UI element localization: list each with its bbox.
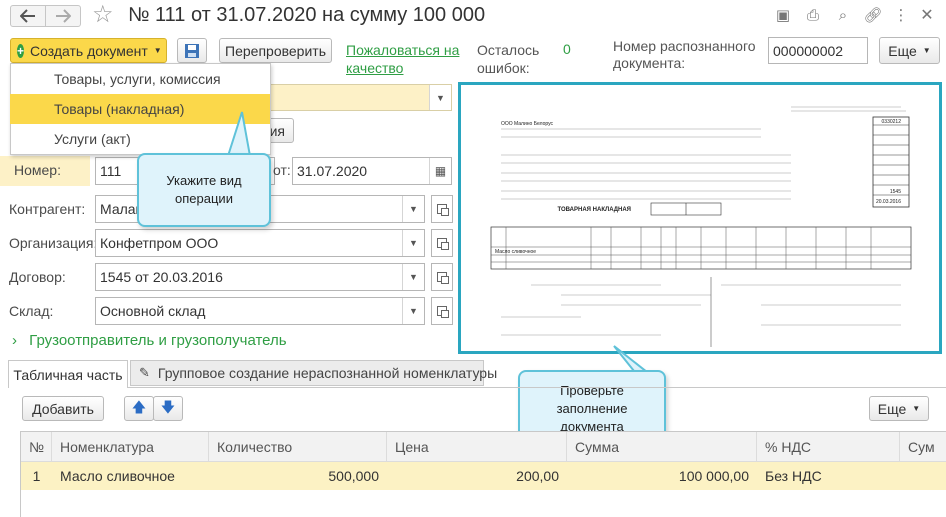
scan-doc-number: 1545 xyxy=(890,189,901,195)
open-contractor-icon[interactable] xyxy=(431,195,453,223)
tab-group-create[interactable]: ✎ Групповое создание нераспознанной номе… xyxy=(130,360,497,386)
operation-type-field[interactable]: ▼ xyxy=(268,84,452,111)
edit-icon: ✎ xyxy=(139,365,150,380)
save-button[interactable] xyxy=(177,38,207,63)
col-header-sum[interactable]: Сумма xyxy=(567,432,757,462)
chevron-down-icon: ▼ xyxy=(429,85,451,110)
chevron-down-icon[interactable]: ▼ xyxy=(402,196,424,222)
recognized-number-label: Номер распознанного документа: xyxy=(613,38,756,71)
open-warehouse-icon[interactable] xyxy=(431,297,453,325)
more-label: Еще xyxy=(888,42,917,59)
col-header-vat[interactable]: % НДС xyxy=(757,432,900,462)
chevron-down-icon: ▼ xyxy=(922,46,931,55)
contract-value: 1545 от 20.03.2016 xyxy=(100,269,223,285)
open-contract-icon[interactable] xyxy=(431,263,453,291)
scan-line-item: Масло сливочное xyxy=(495,249,536,255)
table-more-label: Еще xyxy=(877,400,907,417)
save-icon[interactable]: ▣ xyxy=(774,6,792,24)
date-label: от: xyxy=(273,162,291,178)
complain-quality-link[interactable]: Пожаловаться на качество xyxy=(346,41,466,77)
scan-supplier: ООО Малино Белорус xyxy=(501,121,554,127)
recognized-number-field[interactable]: 000000002 xyxy=(768,37,868,64)
chevron-down-icon[interactable]: ▼ xyxy=(402,298,424,324)
window-title: № 111 от 31.07.2020 на сумму 100 000 xyxy=(128,4,486,26)
recheck-button[interactable]: Перепроверить xyxy=(219,38,332,63)
tab-group-create-label: Групповое создание нераспознанной номенк… xyxy=(157,365,498,381)
date-value: 31.07.2020 xyxy=(297,163,368,179)
calendar-icon[interactable]: ▦ xyxy=(429,158,451,184)
more-button[interactable]: Еще ▼ xyxy=(879,37,940,64)
move-up-button[interactable]: 🡅 xyxy=(124,396,154,421)
shipper-section-toggle[interactable]: › Грузоотправитель и грузополучатель xyxy=(12,332,287,349)
errors-left-label: Осталось ошибок: xyxy=(477,42,540,76)
organization-field[interactable]: Конфетпром ООО ▼ xyxy=(95,229,425,257)
cell-vat: Без НДС xyxy=(765,468,822,484)
link-icon[interactable]: 🔗︎ xyxy=(863,6,882,24)
nav-back-button[interactable] xyxy=(10,5,46,27)
col-header-qty[interactable]: Количество xyxy=(209,432,387,462)
plus-circle-icon: + xyxy=(17,43,25,58)
favorite-star-icon[interactable]: ☆ xyxy=(92,2,114,28)
errors-left-value: 0 xyxy=(563,41,571,57)
move-down-button[interactable]: 🡇 xyxy=(153,396,183,421)
tab-table-part[interactable]: Табличная часть xyxy=(8,360,128,388)
arrow-right-icon xyxy=(56,9,71,23)
scan-doc-title: ТОВАРНАЯ НАКЛАДНАЯ xyxy=(557,207,631,213)
scan-preview[interactable]: Масло сливочное ТОВАРНАЯ НАКЛАДНАЯ ООО М… xyxy=(458,82,942,354)
contractor-value: Малак xyxy=(100,201,142,217)
create-document-button[interactable]: + Создать документ ▼ xyxy=(10,38,167,63)
open-organization-icon[interactable] xyxy=(431,229,453,257)
cell-qty: 500,000 xyxy=(328,468,379,484)
contractor-label: Контрагент: xyxy=(9,201,86,217)
warehouse-value: Основной склад xyxy=(100,303,206,319)
number-label: Номер: xyxy=(0,156,90,186)
col-header-price[interactable]: Цена xyxy=(387,432,567,462)
more-vertical-icon[interactable]: ⋮ xyxy=(892,6,910,24)
search-doc-icon[interactable]: ⌕ xyxy=(834,6,852,24)
cell-sum: 100 000,00 xyxy=(678,468,749,484)
tabs-underline xyxy=(128,387,946,388)
callout-operation-type: Укажите вид операции xyxy=(137,153,271,227)
scanned-invoice-image: Масло сливочное ТОВАРНАЯ НАКЛАДНАЯ ООО М… xyxy=(461,85,939,351)
chevron-down-icon[interactable]: ▼ xyxy=(402,230,424,256)
close-icon[interactable]: ✕ xyxy=(918,6,936,24)
scan-okud: 0330212 xyxy=(882,119,902,125)
add-row-button[interactable]: Добавить xyxy=(22,396,104,421)
menu-item-goods-services[interactable]: Товары, услуги, комиссия xyxy=(10,64,270,94)
cell-price: 200,00 xyxy=(516,468,559,484)
chevron-down-icon: ▼ xyxy=(912,404,921,413)
cell-item: Масло сливочное xyxy=(60,468,175,484)
print-icon[interactable]: ⎙ xyxy=(804,6,822,24)
organization-label: Организация: xyxy=(9,235,98,251)
partial-hidden-button-label: ия xyxy=(269,122,285,139)
col-header-item[interactable]: Номенклатура xyxy=(52,432,209,462)
table-more-button[interactable]: Еще ▼ xyxy=(869,396,929,421)
chevron-right-icon: › xyxy=(12,332,17,349)
organization-value: Конфетпром ООО xyxy=(100,235,219,251)
cell-number: 1 xyxy=(32,468,41,484)
floppy-icon xyxy=(185,43,199,58)
shipper-section-label: Грузоотправитель и грузополучатель xyxy=(29,332,287,349)
arrow-down-icon: 🡇 xyxy=(160,398,176,415)
warehouse-field[interactable]: Основной склад ▼ xyxy=(95,297,425,325)
create-document-label: Создать документ xyxy=(30,42,148,59)
arrow-up-icon: 🡅 xyxy=(131,398,147,415)
date-field[interactable]: 31.07.2020 ▦ xyxy=(292,157,452,185)
callout-pointer xyxy=(226,111,252,157)
col-header-vat-sum[interactable]: Сум xyxy=(900,432,946,462)
contract-field[interactable]: 1545 от 20.03.2016 ▼ xyxy=(95,263,425,291)
scan-doc-date: 20.03.2016 xyxy=(876,199,901,205)
contract-label: Договор: xyxy=(9,269,66,285)
arrow-left-icon xyxy=(20,9,35,23)
col-header-number[interactable]: № xyxy=(21,432,52,462)
chevron-down-icon: ▼ xyxy=(153,46,162,55)
warehouse-label: Склад: xyxy=(9,303,54,319)
chevron-down-icon[interactable]: ▼ xyxy=(402,264,424,290)
nav-forward-button[interactable] xyxy=(45,5,81,27)
